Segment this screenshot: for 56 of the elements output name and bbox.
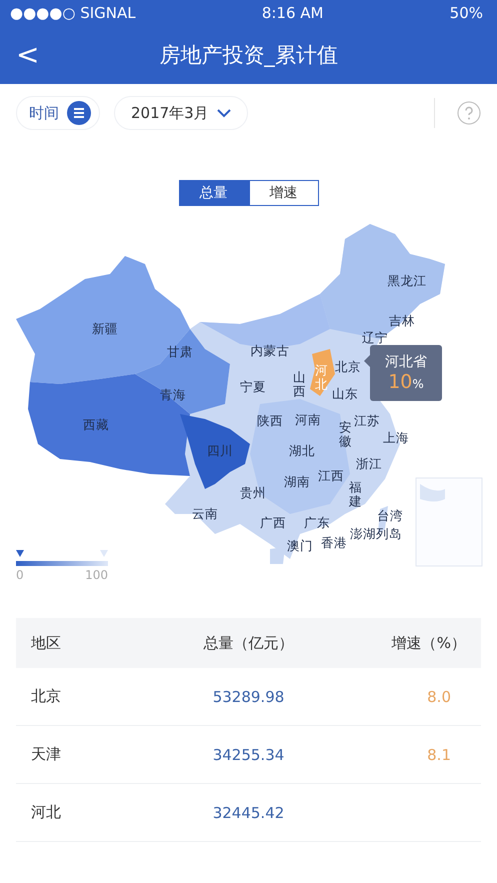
province-label[interactable]: 江苏 — [354, 414, 380, 428]
time-filter-button[interactable]: 时间 — [16, 96, 100, 130]
table-cell: 8.0 — [427, 688, 451, 706]
chevron-down-icon — [216, 108, 231, 118]
table-cell: 53289.98 — [212, 688, 284, 706]
province-label[interactable]: 上海 — [383, 431, 409, 445]
province-label[interactable]: 宁夏 — [240, 380, 266, 394]
legend-handles-icon[interactable] — [16, 550, 108, 557]
segment-tab[interactable]: 增速 — [248, 180, 318, 206]
page-title: 房地产投资_累计值 — [159, 42, 338, 69]
province-label[interactable]: 江西 — [318, 469, 344, 483]
clock: 8:16 AM — [262, 4, 324, 22]
signal-indicator: ●●●●○ SIGNAL — [10, 4, 136, 22]
segment-tab[interactable]: 总量 — [178, 180, 248, 206]
province-label[interactable]: 广西 — [260, 516, 286, 530]
province-label[interactable]: 辽宁 — [362, 331, 388, 345]
province-label[interactable]: 广东 — [304, 516, 330, 530]
back-button[interactable]: < — [10, 38, 46, 71]
province-label[interactable]: 山东 — [332, 387, 358, 401]
table-cell: 34255.34 — [212, 746, 284, 764]
province-label[interactable]: 黑龙江 — [388, 274, 426, 288]
province-label[interactable]: 安徽 — [338, 420, 352, 448]
tooltip-title: 河北省 — [385, 353, 427, 371]
province-label[interactable]: 陕西 — [257, 414, 283, 428]
province-label[interactable]: 贵州 — [240, 486, 266, 500]
province-label[interactable]: 澳门 — [287, 539, 313, 553]
table-cell: 河北 — [31, 803, 61, 822]
column-header: 地区 — [31, 634, 61, 652]
province-label[interactable]: 福建 — [348, 480, 362, 508]
province-label[interactable]: 北京 — [335, 360, 361, 374]
province-label[interactable]: 吉林 — [389, 314, 415, 328]
province-label[interactable]: 云南 — [192, 507, 218, 521]
column-header: 总量（亿元） — [204, 634, 294, 652]
province-label[interactable]: 青海 — [160, 388, 186, 402]
tooltip-value: 10% — [388, 371, 424, 393]
table-cell: 天津 — [31, 745, 61, 764]
table-cell: 32445.42 — [212, 804, 284, 822]
battery-percent: 50% — [450, 4, 483, 22]
province-label[interactable]: 河南 — [295, 413, 321, 427]
province-label[interactable]: 湖北 — [289, 444, 315, 458]
legend-max-label: 100 — [85, 568, 108, 582]
province-label[interactable]: 内蒙古 — [250, 344, 290, 358]
province-label[interactable]: 新疆 — [92, 322, 118, 336]
province-label[interactable]: 山西 — [292, 370, 306, 398]
table-cell: 北京 — [31, 687, 61, 706]
date-dropdown[interactable]: 2017年3月 — [114, 96, 248, 130]
province-label[interactable]: 台湾 — [377, 509, 403, 523]
province-label[interactable]: 澎湖列岛 — [350, 527, 402, 541]
legend-min-label: 0 — [16, 568, 24, 582]
column-header: 增速（%） — [392, 634, 466, 652]
province-label[interactable]: 湖南 — [284, 475, 310, 489]
menu-icon — [67, 101, 91, 125]
province-label[interactable]: 甘肃 — [167, 345, 193, 359]
table-cell: 8.1 — [427, 746, 451, 764]
province-label[interactable]: 香港 — [321, 536, 347, 550]
province-label[interactable]: 浙江 — [356, 457, 382, 471]
